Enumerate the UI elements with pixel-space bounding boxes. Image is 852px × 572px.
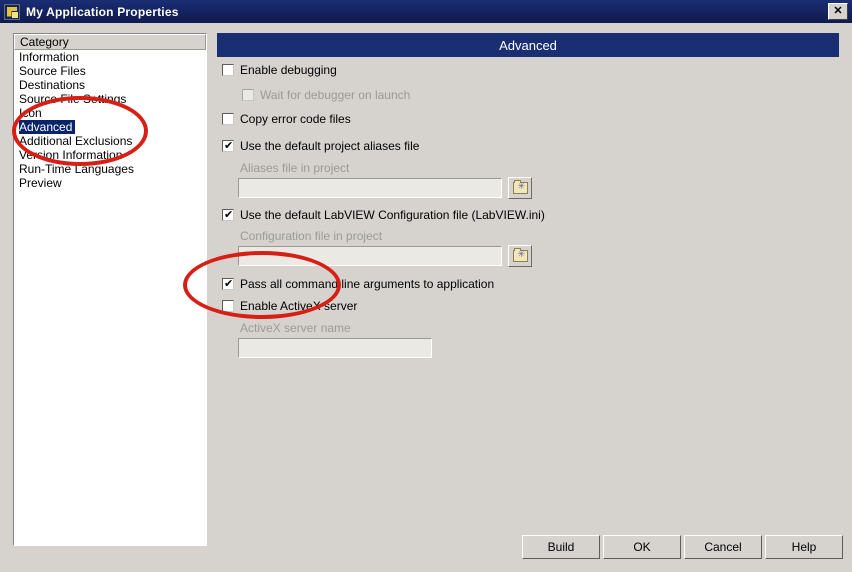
config-file-label: Configuration file in project	[240, 229, 383, 243]
checkbox-enable-activex-server[interactable]: Enable ActiveX server	[222, 299, 357, 313]
sidebar-item-information[interactable]: Information	[14, 50, 206, 64]
aliases-file-browse-button[interactable]: ✳	[508, 177, 532, 199]
checkbox-label: Use the default LabVIEW Configuration fi…	[240, 208, 545, 222]
checkbox-box	[242, 89, 254, 101]
sidebar-item-label-selected: Advanced	[19, 120, 76, 134]
sidebar-item-label: Additional Exclusions	[19, 134, 133, 148]
checkbox-box[interactable]: ✔	[222, 140, 234, 152]
sidebar-item-label: Information	[19, 50, 80, 64]
page-title: Advanced	[217, 33, 839, 57]
checkbox-label: Enable debugging	[240, 63, 337, 77]
checkbox-label: Pass all command line arguments to appli…	[240, 277, 495, 291]
title-bar: My Application Properties ✕	[0, 0, 852, 23]
sidebar-item-label: Destinations	[19, 78, 86, 92]
checkbox-label: Use the default project aliases file	[240, 139, 420, 153]
checkbox-use-default-aliases[interactable]: ✔ Use the default project aliases file	[222, 139, 419, 153]
sidebar-item-icon[interactable]: Icon	[14, 106, 206, 120]
aliases-file-label: Aliases file in project	[240, 161, 350, 175]
checkbox-label: Copy error code files	[240, 112, 351, 126]
checkbox-label: Enable ActiveX server	[240, 299, 358, 313]
window-title: My Application Properties	[26, 4, 179, 19]
cancel-button[interactable]: Cancel	[684, 535, 762, 559]
sidebar-item-destinations[interactable]: Destinations	[14, 78, 206, 92]
checkbox-use-default-config[interactable]: ✔ Use the default LabVIEW Configuration …	[222, 208, 545, 222]
activex-server-name-label: ActiveX server name	[240, 321, 351, 335]
aliases-file-input[interactable]	[238, 178, 502, 198]
sidebar-item-label: Preview	[19, 176, 62, 190]
application-properties-window: My Application Properties ✕ Category Inf…	[0, 0, 852, 572]
sidebar-item-advanced[interactable]: Advanced	[14, 120, 206, 134]
checkbox-label: Wait for debugger on launch	[260, 88, 411, 102]
advanced-settings-panel: Enable debugging Wait for debugger on la…	[217, 57, 839, 537]
category-column-header: Category	[14, 34, 206, 50]
sidebar-item-run-time-languages[interactable]: Run-Time Languages	[14, 162, 206, 176]
checkbox-box[interactable]: ✔	[222, 278, 234, 290]
activex-server-name-input[interactable]	[238, 338, 432, 358]
sidebar-item-label: Version Information	[19, 148, 123, 162]
checkbox-wait-for-debugger: Wait for debugger on launch	[242, 88, 410, 102]
sidebar-item-label: Source File Settings	[19, 92, 127, 106]
folder-icon: ✳	[512, 248, 528, 262]
sidebar-item-label: Source Files	[19, 64, 86, 78]
config-file-input[interactable]	[238, 246, 502, 266]
sidebar-item-source-files[interactable]: Source Files	[14, 64, 206, 78]
sidebar-item-source-file-settings[interactable]: Source File Settings	[14, 92, 206, 106]
build-button[interactable]: Build	[522, 535, 600, 559]
checkbox-pass-command-line-args[interactable]: ✔ Pass all command line arguments to app…	[222, 277, 494, 291]
sidebar-item-label: Run-Time Languages	[19, 162, 134, 176]
checkbox-box[interactable]: ✔	[222, 209, 234, 221]
checkbox-enable-debugging[interactable]: Enable debugging	[222, 63, 337, 77]
checkbox-box[interactable]	[222, 300, 234, 312]
config-file-browse-button[interactable]: ✳	[508, 245, 532, 267]
dialog-client-area: Category Information Source Files Destin…	[0, 23, 852, 572]
sidebar-item-label: Icon	[19, 106, 42, 120]
checkbox-box[interactable]	[222, 113, 234, 125]
checkbox-copy-error-code-files[interactable]: Copy error code files	[222, 112, 351, 126]
labview-app-icon	[4, 3, 20, 20]
close-icon[interactable]: ✕	[828, 3, 848, 20]
sidebar-item-preview[interactable]: Preview	[14, 176, 206, 190]
help-button[interactable]: Help	[765, 535, 843, 559]
sidebar-item-version-information[interactable]: Version Information	[14, 148, 206, 162]
folder-icon: ✳	[512, 180, 528, 194]
ok-button[interactable]: OK	[603, 535, 681, 559]
category-listbox[interactable]: Category Information Source Files Destin…	[13, 33, 207, 546]
sidebar-item-additional-exclusions[interactable]: Additional Exclusions	[14, 134, 206, 148]
checkbox-box[interactable]	[222, 64, 234, 76]
